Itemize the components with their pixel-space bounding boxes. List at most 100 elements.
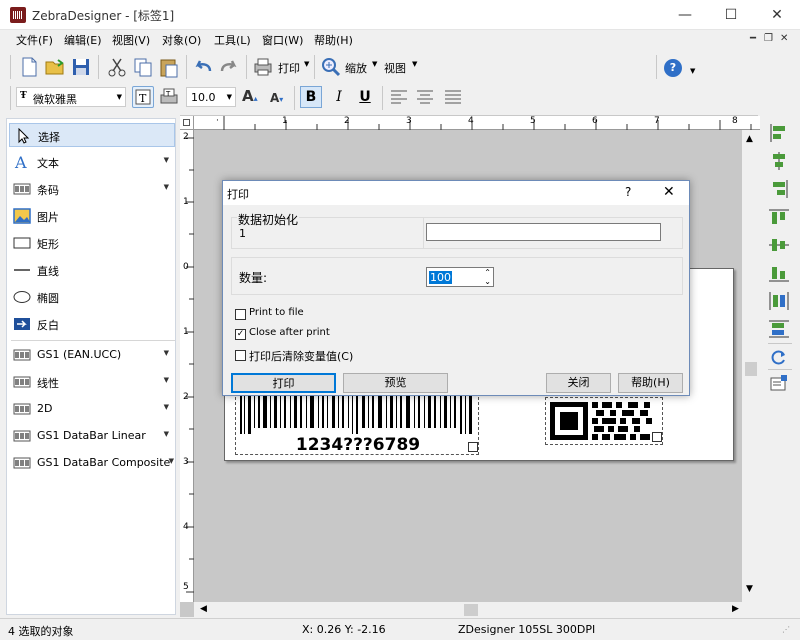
print-dropdown-icon[interactable]: ▼ xyxy=(304,60,309,68)
align-center-icon[interactable] xyxy=(414,86,436,108)
dropdown-arrow-icon[interactable]: ▼ xyxy=(164,156,169,164)
quantity-value[interactable]: 100 xyxy=(429,271,452,284)
object-properties-icon[interactable] xyxy=(768,373,790,393)
decrement-icon[interactable]: ⌄ xyxy=(484,277,491,286)
font-select[interactable]: Ŧ 微软雅黑 ▼ xyxy=(16,87,126,107)
data-init-input[interactable] xyxy=(426,223,661,241)
scroll-left-icon[interactable]: ◀ xyxy=(200,604,207,614)
mdi-minimize-button[interactable]: ━ xyxy=(750,33,756,44)
print-dialog-button[interactable]: 打印 xyxy=(231,373,336,393)
underline-button[interactable]: U xyxy=(354,86,376,108)
align-center-horizontal-icon[interactable] xyxy=(768,151,790,171)
close-button[interactable]: ✕ xyxy=(754,0,800,30)
view-dropdown-icon[interactable]: ▼ xyxy=(412,60,417,68)
open-folder-icon[interactable] xyxy=(44,56,66,78)
paste-icon[interactable] xyxy=(158,56,180,78)
clear-variables-label[interactable]: 打印后清除变量值(C) xyxy=(249,348,353,364)
align-left-icon[interactable] xyxy=(388,86,410,108)
copy-icon[interactable] xyxy=(132,56,154,78)
new-file-icon[interactable] xyxy=(18,56,40,78)
menu-file[interactable]: 文件(F) xyxy=(16,32,53,48)
undo-icon[interactable] xyxy=(192,56,214,78)
tool-rectangle[interactable]: 矩形 xyxy=(9,231,175,255)
print-button[interactable]: 打印 xyxy=(278,60,300,76)
shrink-font-icon[interactable]: A▾ xyxy=(270,91,283,105)
dropdown-arrow-icon[interactable]: ▼ xyxy=(164,430,169,438)
redo-icon[interactable] xyxy=(218,56,240,78)
menu-window[interactable]: 窗口(W) xyxy=(262,32,303,48)
tool-inverse[interactable]: 反白 xyxy=(9,312,175,336)
zoom-dropdown-icon[interactable]: ▼ xyxy=(372,60,377,68)
menu-edit[interactable]: 编辑(E) xyxy=(64,32,102,48)
grow-font-icon[interactable]: A▴ xyxy=(242,87,258,105)
printer-font-icon[interactable]: T xyxy=(158,86,180,108)
vertical-scrollbar[interactable]: ▲ ▼ xyxy=(742,130,760,602)
scroll-up-icon[interactable]: ▲ xyxy=(746,134,753,144)
tool-picture[interactable]: 图片 xyxy=(9,204,175,228)
tool-barcode[interactable]: 条码 ▼ xyxy=(9,177,175,201)
menu-tools[interactable]: 工具(L) xyxy=(214,32,251,48)
scroll-right-icon[interactable]: ▶ xyxy=(732,604,739,614)
bold-button[interactable]: B xyxy=(300,86,322,108)
tool-gs1-databar-composite[interactable]: GS1 DataBar Composite ▼ xyxy=(9,451,175,475)
dropdown-arrow-icon[interactable]: ▼ xyxy=(169,457,174,465)
quantity-stepper[interactable]: 100 ⌃ ⌄ xyxy=(426,267,494,287)
rotate-icon[interactable] xyxy=(768,347,790,367)
print-to-file-label[interactable]: Print to file xyxy=(249,307,304,318)
dropdown-arrow-icon[interactable]: ▼ xyxy=(164,349,169,357)
dialog-help-button[interactable]: ? xyxy=(625,185,631,199)
menu-view[interactable]: 视图(V) xyxy=(112,32,150,48)
help-icon[interactable]: ? xyxy=(664,59,682,77)
distribute-vertical-icon[interactable] xyxy=(768,319,790,339)
close-after-print-checkbox[interactable]: ✓ xyxy=(235,329,246,340)
distribute-horizontal-icon[interactable] xyxy=(768,291,790,311)
font-size-select[interactable]: 10.0 ▼ xyxy=(186,87,236,107)
print-to-file-checkbox[interactable] xyxy=(235,309,246,320)
align-bottom-edges-icon[interactable] xyxy=(768,263,790,283)
tool-2d[interactable]: 2D ▼ xyxy=(9,397,175,421)
tool-gs1-ean[interactable]: GS1 (EAN.UCC) ▼ xyxy=(9,343,175,367)
help-dropdown-icon[interactable]: ▼ xyxy=(690,67,695,75)
align-justify-icon[interactable] xyxy=(442,86,464,108)
font-dropdown-icon[interactable]: ▼ xyxy=(117,93,122,101)
align-left-edges-icon[interactable] xyxy=(768,123,790,143)
cut-icon[interactable] xyxy=(106,56,128,78)
printer-icon[interactable] xyxy=(252,56,274,78)
close-after-print-label[interactable]: Close after print xyxy=(249,327,330,338)
tool-text[interactable]: A 文本 ▼ xyxy=(9,150,175,174)
dropdown-arrow-icon[interactable]: ▼ xyxy=(164,183,169,191)
tool-linear[interactable]: 线性 ▼ xyxy=(9,370,175,394)
clear-variables-checkbox[interactable] xyxy=(235,350,246,361)
align-center-vertical-icon[interactable] xyxy=(768,235,790,255)
italic-button[interactable]: I xyxy=(328,86,350,108)
horizontal-scrollbar[interactable]: ◀ ▶ xyxy=(194,602,760,618)
tool-gs1-databar-linear[interactable]: GS1 DataBar Linear ▼ xyxy=(9,424,175,448)
maximize-button[interactable]: ☐ xyxy=(708,0,754,30)
increment-icon[interactable]: ⌃ xyxy=(484,268,491,277)
view-button[interactable]: 视图 xyxy=(384,60,406,76)
scrollbar-thumb[interactable] xyxy=(464,604,478,616)
scrollbar-thumb[interactable] xyxy=(745,362,757,376)
text-frame-icon[interactable]: T xyxy=(132,86,154,108)
dialog-close-button[interactable]: ✕ xyxy=(663,184,675,200)
menu-help[interactable]: 帮助(H) xyxy=(314,32,353,48)
resize-grip-icon[interactable]: ⋰ xyxy=(782,625,790,634)
tool-ellipse[interactable]: 椭圆 xyxy=(9,285,175,309)
barcode-object[interactable]: 1234???6789 xyxy=(235,387,479,455)
minimize-button[interactable]: — xyxy=(662,0,708,30)
dropdown-arrow-icon[interactable]: ▼ xyxy=(164,376,169,384)
font-size-dropdown-icon[interactable]: ▼ xyxy=(227,93,232,101)
dialog-help-text-button[interactable]: 帮助(H) xyxy=(618,373,683,393)
save-icon[interactable] xyxy=(70,56,92,78)
dialog-cancel-button[interactable]: 关闭 xyxy=(546,373,611,393)
qrcode-object[interactable] xyxy=(545,397,663,445)
align-top-edges-icon[interactable] xyxy=(768,207,790,227)
menu-object[interactable]: 对象(O) xyxy=(162,32,201,48)
scroll-down-icon[interactable]: ▼ xyxy=(746,584,753,594)
zoom-button[interactable]: 缩放 xyxy=(345,60,367,76)
tool-select[interactable]: 选择 xyxy=(9,123,175,147)
dropdown-arrow-icon[interactable]: ▼ xyxy=(164,403,169,411)
align-right-edges-icon[interactable] xyxy=(768,179,790,199)
preview-button[interactable]: 预览 xyxy=(343,373,448,393)
tool-line[interactable]: 直线 xyxy=(9,258,175,282)
